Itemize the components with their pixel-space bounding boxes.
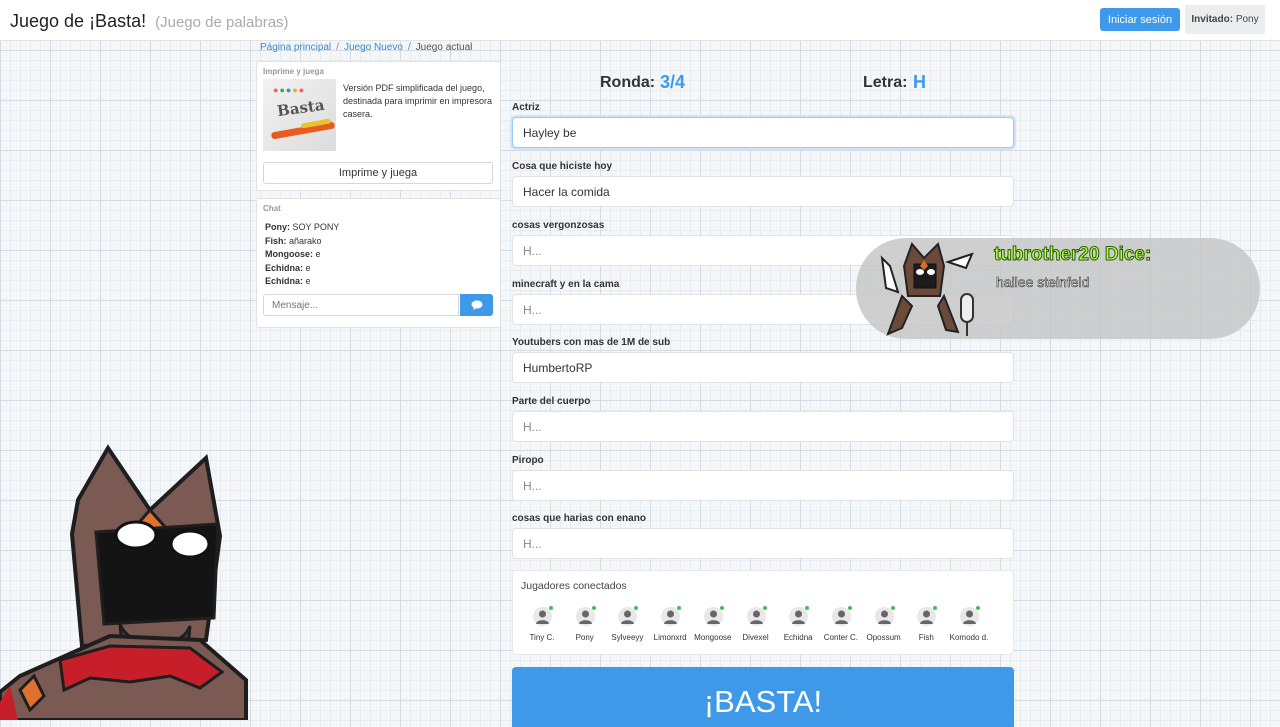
chat-title: Chat bbox=[263, 204, 281, 213]
user-avatar-icon bbox=[874, 607, 894, 626]
thumbnail-dots: ●●●●● bbox=[273, 85, 306, 95]
player-name: Komodo d. bbox=[949, 633, 989, 642]
guest-label: Invitado: bbox=[1191, 14, 1234, 25]
login-button[interactable]: Iniciar sesión bbox=[1100, 8, 1180, 31]
print-thumbnail-image[interactable]: ●●●●● Basta bbox=[263, 79, 336, 151]
site-title: Juego de ¡Basta! bbox=[10, 11, 147, 31]
player-item[interactable]: Echidna bbox=[777, 606, 819, 647]
chat-text: e bbox=[305, 276, 311, 286]
site-brand[interactable]: Juego de ¡Basta! (Juego de palabras) bbox=[10, 11, 289, 32]
print-play-button[interactable]: Imprime y juega bbox=[263, 162, 493, 184]
stream-chat-overlay: tubrother20 Dice: hailee steinfeld bbox=[856, 238, 1260, 339]
online-status-dot bbox=[933, 606, 938, 610]
chat-text: e bbox=[315, 249, 321, 259]
chat-user: Fish: bbox=[265, 235, 287, 246]
user-avatar-icon bbox=[960, 607, 979, 626]
breadcrumb-current: Juego actual bbox=[415, 42, 473, 53]
field-input-parte-cuerpo[interactable] bbox=[512, 411, 1014, 442]
player-item[interactable]: Conter C. bbox=[820, 606, 862, 647]
breadcrumb-separator: / bbox=[407, 42, 411, 53]
player-item[interactable]: Tiny C. bbox=[521, 606, 563, 647]
print-description: Versión PDF simplificada del juego, dest… bbox=[343, 83, 493, 119]
breadcrumb-home[interactable]: Página principal bbox=[260, 42, 331, 53]
user-avatar-icon bbox=[703, 607, 723, 626]
chat-user: Echidna: bbox=[265, 262, 304, 273]
letter-value: H bbox=[913, 72, 926, 92]
top-navbar: Juego de ¡Basta! (Juego de palabras) Ini… bbox=[0, 0, 1280, 41]
player-item[interactable]: Opossum bbox=[863, 606, 905, 647]
online-status-dot bbox=[677, 606, 682, 610]
chat-message-input[interactable] bbox=[263, 294, 459, 316]
guest-name: Pony bbox=[1235, 14, 1259, 25]
player-item[interactable]: Sylveeyy bbox=[606, 606, 648, 647]
online-status-dot bbox=[549, 606, 553, 610]
round-label: Ronda: bbox=[600, 74, 656, 91]
online-status-dot bbox=[762, 606, 767, 610]
field-input-actriz[interactable] bbox=[512, 117, 1014, 148]
online-status-dot bbox=[847, 606, 852, 610]
chat-text: SOY PONY bbox=[292, 222, 340, 232]
chat-message: Fish: añarako bbox=[265, 235, 339, 249]
breadcrumb-new-game[interactable]: Juego Nuevo bbox=[344, 42, 403, 53]
player-item[interactable]: Limonxrd bbox=[649, 606, 691, 647]
player-item[interactable]: Divexel bbox=[735, 606, 777, 647]
user-avatar-icon bbox=[533, 607, 552, 626]
field-label-piropo: Piropo bbox=[512, 455, 544, 466]
field-input-cosa-hoy[interactable] bbox=[512, 176, 1014, 207]
user-avatar-icon bbox=[575, 607, 595, 626]
guest-badge: Invitado: Pony bbox=[1185, 5, 1265, 34]
online-status-dot bbox=[805, 606, 810, 610]
print-card: Imprime y juega ●●●●● Basta Versión PDF … bbox=[256, 61, 501, 191]
field-label-enano: cosas que harias con enano bbox=[512, 513, 646, 524]
chat-user: Echidna: bbox=[265, 276, 304, 286]
field-label-minecraft: minecraft y en la cama bbox=[512, 279, 620, 290]
field-input-piropo[interactable] bbox=[512, 470, 1014, 501]
site-subtitle: (Juego de palabras) bbox=[155, 14, 289, 31]
field-label-cosa-hoy: Cosa que hiciste hoy bbox=[512, 161, 613, 172]
chat-user: Mongoose: bbox=[265, 249, 313, 259]
chat-text: añarako bbox=[289, 235, 322, 246]
user-avatar-icon bbox=[746, 607, 766, 626]
streamer-avatar-knight bbox=[0, 444, 248, 720]
comment-icon bbox=[471, 300, 482, 310]
chat-user: Pony: bbox=[265, 222, 291, 232]
online-status-dot bbox=[890, 606, 895, 610]
chat-message: Echidna: e bbox=[265, 275, 339, 289]
overlay-message: hailee steinfeld bbox=[996, 274, 1090, 291]
basta-button[interactable]: ¡BASTA! bbox=[512, 667, 1014, 727]
online-status-dot bbox=[591, 606, 596, 610]
letter-label: Letra: bbox=[863, 74, 908, 91]
overlay-username: tubrother20 Dice: bbox=[993, 244, 1152, 266]
user-avatar-icon bbox=[831, 607, 851, 626]
field-label-youtubers: Youtubers con mas de 1M de sub bbox=[512, 337, 671, 348]
player-item[interactable]: Pony bbox=[564, 606, 606, 647]
field-input-youtubers[interactable] bbox=[512, 352, 1014, 383]
chat-message: Mongoose: e bbox=[265, 248, 339, 262]
knight-character-icon bbox=[880, 242, 974, 336]
chat-card: Chat Pony: SOY PONY Fish: añarako Mongoo… bbox=[256, 198, 501, 328]
field-label-actriz: Actriz bbox=[512, 102, 540, 113]
breadcrumb-separator: / bbox=[336, 42, 339, 53]
chat-text: e bbox=[305, 262, 311, 273]
players-title: Jugadores conectados bbox=[521, 580, 627, 592]
field-label-parte-cuerpo: Parte del cuerpo bbox=[512, 396, 591, 407]
chat-messages: Pony: SOY PONY Fish: añarako Mongoose: e… bbox=[265, 221, 339, 289]
field-label-vergonzosas: cosas vergonzosas bbox=[512, 220, 605, 231]
thumbnail-text: Basta bbox=[275, 95, 326, 121]
player-item[interactable]: Mongoose bbox=[692, 606, 734, 647]
chat-message: Echidna: e bbox=[265, 262, 339, 276]
online-status-dot bbox=[976, 606, 980, 610]
player-item[interactable]: Komodo d. bbox=[948, 606, 990, 647]
chat-message: Pony: SOY PONY bbox=[265, 221, 339, 235]
connected-players-panel: Jugadores conectados Tiny C. Pony Sylveeyy… bbox=[512, 570, 1014, 655]
round-value: 3/4 bbox=[660, 72, 686, 92]
chat-send-button[interactable] bbox=[460, 294, 493, 316]
print-card-title: Imprime y juega bbox=[263, 67, 324, 76]
online-status-dot bbox=[634, 606, 639, 610]
online-status-dot bbox=[719, 606, 724, 610]
breadcrumb: Página principal / Juego Nuevo / Juego actua… bbox=[260, 42, 472, 53]
player-item[interactable]: Fish bbox=[905, 606, 947, 647]
field-input-enano[interactable] bbox=[512, 528, 1014, 559]
